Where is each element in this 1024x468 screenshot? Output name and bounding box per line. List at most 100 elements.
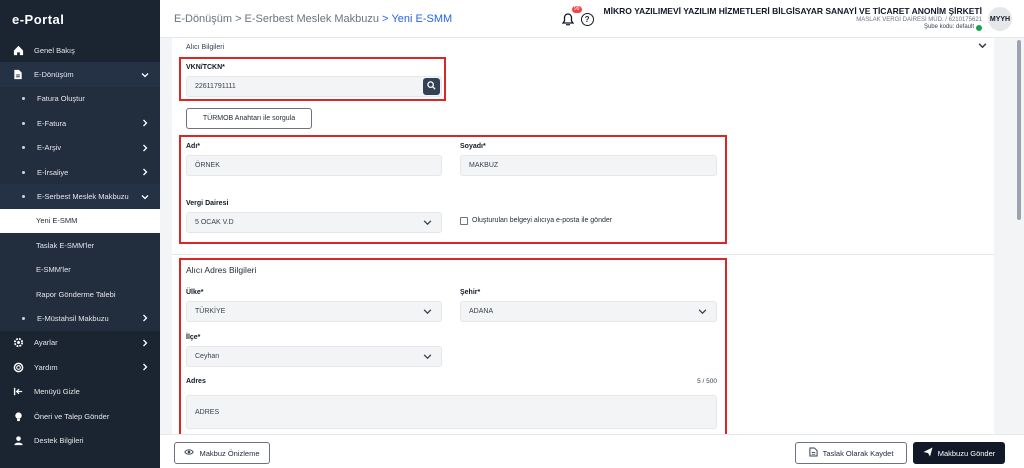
- sidebar: e-Portal Genel Bakış E-Dönüşüm Fatura Ol…: [0, 0, 160, 468]
- sidebar-item-label: Yardım: [34, 362, 58, 372]
- sidebar-item-e-irsaliye[interactable]: E-İrsaliye: [0, 160, 160, 184]
- sidebar-item-e-arsiv[interactable]: E-Arşiv: [0, 136, 160, 160]
- name-field[interactable]: ÖRNEK: [186, 155, 442, 176]
- sidebar-item-label: Menüyü Gizle: [34, 387, 80, 397]
- document-icon: [12, 69, 24, 81]
- tax-office-value: 5 OCAK V.D: [195, 219, 234, 226]
- footer-actions: Makbuz Önizleme Taslak Olarak Kaydet Mak…: [160, 434, 1024, 468]
- district-label: İlçe*: [186, 334, 201, 341]
- lightbulb-icon: [12, 410, 24, 422]
- sidebar-item-label: Rapor Gönderme Talebi: [36, 289, 116, 299]
- surname-label: Soyadı*: [460, 143, 486, 150]
- chevron-down-icon: [423, 352, 433, 362]
- avatar[interactable]: MYYH: [988, 7, 1012, 31]
- sidebar-item-e-fatura[interactable]: E-Fatura: [0, 111, 160, 135]
- breadcrumb-item[interactable]: E-Dönüşüm: [174, 13, 232, 25]
- sidebar-item-oneri-talep[interactable]: Öneri ve Talep Gönder: [0, 404, 160, 428]
- save-draft-button-label: Taslak Olarak Kaydet: [822, 448, 894, 458]
- home-icon: [12, 44, 24, 56]
- surname-field[interactable]: MAKBUZ: [460, 155, 717, 176]
- sidebar-item-genel-bakis[interactable]: Genel Bakış: [0, 38, 160, 62]
- bullet-icon: [22, 195, 25, 199]
- company-info: MİKRO YAZILIMEVİ YAZILIM HİZMETLERİ BİLG…: [604, 6, 982, 32]
- preview-button-label: Makbuz Önizleme: [199, 448, 260, 458]
- app-logo: e-Portal: [12, 11, 65, 27]
- sidebar-item-menuyu-gizle[interactable]: Menüyü Gizle: [0, 379, 160, 403]
- sidebar-item-taslak-e-smm[interactable]: Taslak E-SMM'ler: [0, 233, 160, 257]
- vkn-label: VKN/TCKN*: [186, 64, 225, 71]
- check-circle-icon: [976, 25, 982, 32]
- email-checkbox-label: Oluşturulan belgeyi alıcıya e-posta ile …: [472, 217, 613, 224]
- sidebar-item-label: E-Arşiv: [37, 143, 62, 153]
- bullet-icon: [22, 97, 25, 101]
- help-icon[interactable]: ?: [580, 12, 594, 26]
- turmob-query-button[interactable]: TÜRMOB Anahtarı ile sorgula: [186, 108, 312, 129]
- sidebar-item-destek-bilgileri[interactable]: Destek Bilgileri: [0, 428, 160, 452]
- chevron-down-icon: [140, 70, 150, 80]
- gear-icon: [12, 337, 24, 349]
- bullet-icon: [22, 170, 25, 174]
- sidebar-item-label: Taslak E-SMM'ler: [36, 240, 95, 250]
- chevron-right-icon: [140, 362, 150, 372]
- scrollbar[interactable]: [1014, 38, 1024, 434]
- bullet-icon: [22, 121, 25, 125]
- email-checkbox[interactable]: [460, 217, 468, 225]
- section-title-alici-bilgileri: Alıcı Bilgileri: [186, 44, 225, 51]
- sidebar-item-label: Destek Bilgileri: [34, 435, 84, 445]
- preview-button[interactable]: Makbuz Önizleme: [174, 442, 270, 464]
- sidebar-item-label: E-Müstahsil Makbuzu: [37, 313, 109, 323]
- country-value: TÜRKİYE: [195, 308, 226, 315]
- sidebar-item-label: E-İrsaliye: [37, 167, 69, 177]
- chevron-right-icon: [140, 313, 150, 323]
- breadcrumb-separator: >: [382, 12, 389, 25]
- scrollbar-thumb[interactable]: [1017, 40, 1021, 220]
- city-value: ADANA: [469, 308, 494, 315]
- sidebar-item-label: E-Serbest Meslek Makbuzu: [37, 192, 129, 202]
- country-select[interactable]: TÜRKİYE: [186, 301, 442, 322]
- send-icon: [923, 447, 933, 459]
- sidebar-item-e-smm-ler[interactable]: E-SMM'ler: [0, 258, 160, 282]
- breadcrumb-separator: >: [235, 12, 242, 25]
- district-select[interactable]: Ceyhan: [186, 346, 442, 367]
- sidebar-item-e-mustahsil-makbuzu[interactable]: E-Müstahsil Makbuzu: [0, 306, 160, 330]
- collapse-icon: [12, 386, 24, 398]
- company-name: MİKRO YAZILIMEVİ YAZILIM HİZMETLERİ BİLG…: [603, 6, 982, 17]
- support-icon: [12, 434, 24, 446]
- sidebar-item-fatura-olustur[interactable]: Fatura Oluştur: [0, 87, 160, 111]
- tax-office-select[interactable]: 5 OCAK V.D: [186, 212, 442, 233]
- district-value: Ceyhan: [195, 353, 220, 360]
- sidebar-item-label: Öneri ve Talep Gönder: [34, 411, 110, 421]
- sidebar-item-rapor-gonderme-talebi[interactable]: Rapor Gönderme Talebi: [0, 282, 160, 306]
- send-receipt-button-label: Makbuzu Gönder: [937, 448, 996, 458]
- vkn-search-button[interactable]: [423, 78, 440, 95]
- country-label: Ülke*: [186, 289, 204, 296]
- send-receipt-button[interactable]: Makbuzu Gönder: [913, 442, 1005, 464]
- city-select[interactable]: ADANA: [460, 301, 717, 322]
- sidebar-item-label: Ayarlar: [34, 338, 58, 348]
- draft-icon: [808, 447, 818, 459]
- address-textarea[interactable]: ADRES: [186, 395, 717, 429]
- sidebar-item-label: Genel Bakış: [34, 45, 75, 55]
- save-draft-button[interactable]: Taslak Olarak Kaydet: [795, 442, 907, 464]
- notification-badge: 99: [571, 6, 582, 13]
- eye-icon: [184, 448, 195, 458]
- name-label: Adı*: [186, 143, 200, 150]
- sidebar-item-e-serbest-meslek-makbuzu[interactable]: E-Serbest Meslek Makbuzu: [0, 184, 160, 209]
- sidebar-item-e-donusum[interactable]: E-Dönüşüm: [0, 62, 160, 87]
- sidebar-item-yardim[interactable]: Yardım: [0, 355, 160, 379]
- sidebar-item-yeni-e-smm[interactable]: Yeni E-SMM: [0, 208, 160, 234]
- breadcrumb-item[interactable]: E-Serbest Meslek Makbuzu: [245, 13, 380, 25]
- main-content: Alıcı Bilgileri VKN/TCKN* 22611791111 TÜ…: [160, 38, 1014, 434]
- vkn-field[interactable]: 22611791111: [186, 76, 442, 97]
- chevron-right-icon: [140, 143, 150, 153]
- branch-code: Şube kodu: default: [923, 24, 974, 31]
- chevron-down-icon[interactable]: [978, 41, 988, 51]
- notification-bell-icon[interactable]: 99: [559, 6, 582, 28]
- section-title-adres: Alıcı Adres Bilgileri: [186, 265, 257, 275]
- sidebar-item-ayarlar[interactable]: Ayarlar: [0, 331, 160, 355]
- divider: [172, 254, 994, 255]
- sidebar-item-label: E-SMM'ler: [36, 265, 71, 275]
- lifebuoy-icon: [12, 361, 24, 373]
- top-header: E-Dönüşüm > E-Serbest Meslek Makbuzu > Y…: [160, 0, 1024, 38]
- bullet-icon: [22, 316, 25, 320]
